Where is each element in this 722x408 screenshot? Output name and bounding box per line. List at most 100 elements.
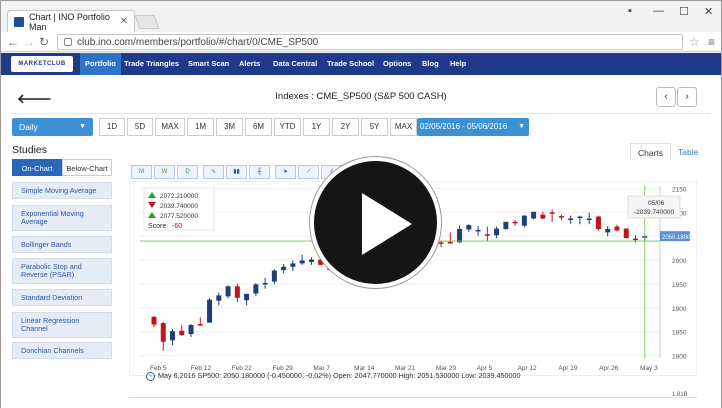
nav-options[interactable]: Options: [378, 53, 416, 75]
play-icon: [362, 193, 412, 255]
score-label: Score: [148, 223, 166, 230]
tab-close-icon[interactable]: ✕: [120, 16, 128, 27]
candle: [299, 260, 305, 264]
y-tick-label: 1850: [672, 330, 687, 337]
page-icon: [64, 38, 72, 46]
candle: [605, 229, 611, 233]
candle: [225, 286, 231, 297]
y-tick-label: 2000: [672, 258, 687, 265]
candle: [549, 212, 555, 214]
tab-charts[interactable]: Charts: [630, 143, 672, 161]
range-1d[interactable]: 1D: [99, 118, 125, 136]
candle: [438, 242, 444, 244]
range-max-2[interactable]: MAX: [390, 118, 417, 136]
nav-trade-triangles[interactable]: Trade Triangles: [119, 53, 184, 75]
url-field[interactable]: club.ino.com/members/portfolio/#/chart/0…: [57, 34, 683, 50]
weekly-triangle-button[interactable]: W: [154, 165, 175, 179]
range-1y[interactable]: 1Y: [303, 118, 330, 136]
range-5y[interactable]: 5Y: [361, 118, 388, 136]
candle: [308, 259, 314, 262]
cursor-icon[interactable]: ➤: [275, 165, 296, 179]
next-symbol-button[interactable]: ›: [677, 87, 697, 107]
url-text: club.ino.com/members/portfolio/#/chart/0…: [77, 36, 319, 48]
y-tick-label: 2150: [672, 186, 687, 193]
study-psar[interactable]: Parabolic Stop and Reverse (PSAR): [12, 258, 112, 284]
interval-label: Daily: [19, 122, 38, 132]
nav-blog[interactable]: Blog: [417, 53, 444, 75]
study-linreg[interactable]: Linear Regression Channel: [12, 312, 112, 338]
nav-alerts[interactable]: Alerts: [234, 53, 265, 75]
ino-favicon-icon: [14, 16, 24, 27]
range-6m[interactable]: 6M: [245, 118, 272, 136]
on-chart-tab[interactable]: On-Chart: [12, 159, 62, 176]
candle: [170, 331, 176, 341]
address-bar-row: ← → ↻ club.ino.com/members/portfolio/#/c…: [1, 32, 721, 52]
range-1m[interactable]: 1M: [187, 118, 214, 136]
study-bollinger[interactable]: Bollinger Bands: [12, 236, 112, 253]
bookmark-star-icon[interactable]: ☆: [689, 35, 700, 49]
candle: [595, 216, 601, 229]
nav-trade-school[interactable]: Trade School: [322, 53, 379, 75]
candle: [290, 263, 296, 267]
y-tick-label: 1800: [672, 354, 687, 361]
below-chart-tab[interactable]: Below-Chart: [62, 159, 112, 176]
studies-heading: Studies: [12, 144, 48, 156]
score-value: -60: [172, 223, 182, 230]
study-sma[interactable]: Simple Moving Average: [12, 182, 112, 199]
minimize-icon[interactable]: —: [653, 5, 664, 17]
x-tick-label: Apr 19: [558, 365, 578, 372]
nav-portfolio[interactable]: Portfolio: [80, 53, 121, 75]
study-donchian[interactable]: Donchian Channels: [12, 342, 112, 359]
forward-icon[interactable]: →: [23, 35, 35, 49]
tab-table[interactable]: Table: [671, 143, 705, 161]
candle: [457, 229, 463, 243]
range-2y[interactable]: 2Y: [332, 118, 359, 136]
candle: [632, 238, 638, 241]
study-std-dev[interactable]: Standard Deviation: [12, 289, 112, 306]
reload-icon[interactable]: ↻: [39, 35, 49, 49]
daily-triangle-button[interactable]: D: [177, 165, 198, 179]
ohlc-chart-icon[interactable]: ╫: [249, 165, 270, 179]
study-ema[interactable]: Exponential Moving Average: [12, 205, 112, 231]
range-3m[interactable]: 3M: [216, 118, 243, 136]
page-title: Indexes : CME_SP500 (S&P 500 CASH): [275, 91, 447, 102]
chevron-down-icon: ▼: [79, 123, 86, 130]
close-window-icon[interactable]: ✕: [704, 5, 713, 18]
video-play-button[interactable]: [310, 157, 441, 288]
legend-value: 2039.740000: [160, 203, 198, 210]
candle: [577, 216, 583, 219]
candle: [188, 325, 194, 335]
browser-tab[interactable]: Chart | INO Portfolio Man ✕: [7, 10, 135, 32]
legend-value: 2077.520000: [160, 213, 198, 220]
candle-chart-icon[interactable]: ▮▮: [226, 165, 247, 179]
browser-menu-icon[interactable]: ≡: [708, 35, 715, 49]
x-tick-label: Apr 26: [599, 365, 619, 372]
nav-help[interactable]: Help: [445, 53, 471, 75]
back-icon[interactable]: ←: [7, 35, 19, 49]
range-5d[interactable]: 5D: [127, 118, 153, 136]
interval-dropdown[interactable]: Daily ▼: [12, 118, 93, 136]
date-range-picker[interactable]: 02/05/2016 - 05/06/2016 ▼: [417, 118, 529, 136]
prev-symbol-button[interactable]: ‹: [656, 87, 676, 107]
nav-data-central[interactable]: Data Central: [268, 53, 322, 75]
monthly-triangle-button[interactable]: M: [131, 165, 152, 179]
series-indicator-icon: ∿: [146, 371, 155, 381]
y-tick-label: 1950: [672, 282, 687, 289]
date-range-label: 02/05/2016 - 05/06/2016: [420, 122, 508, 131]
back-arrow-icon[interactable]: 🡐: [17, 91, 52, 107]
maximize-icon[interactable]: ☐: [679, 5, 689, 18]
legend-value: 2072.210000: [160, 193, 198, 200]
line-chart-icon[interactable]: ∿: [203, 165, 224, 179]
marketclub-logo[interactable]: MARKETCLUB: [11, 56, 73, 72]
candle: [531, 211, 537, 219]
range-ytd[interactable]: YTD: [274, 118, 301, 136]
candle: [540, 214, 546, 219]
candle: [568, 218, 574, 220]
trendline-icon[interactable]: ⟋: [298, 165, 319, 179]
tab-title: Chart | INO Portfolio Man: [29, 11, 110, 32]
new-tab-button[interactable]: [134, 15, 160, 29]
range-max[interactable]: MAX: [155, 118, 185, 136]
window-user-icon[interactable]: ▪: [628, 5, 632, 17]
nav-smart-scan[interactable]: Smart Scan: [183, 53, 234, 75]
candle: [623, 228, 629, 239]
